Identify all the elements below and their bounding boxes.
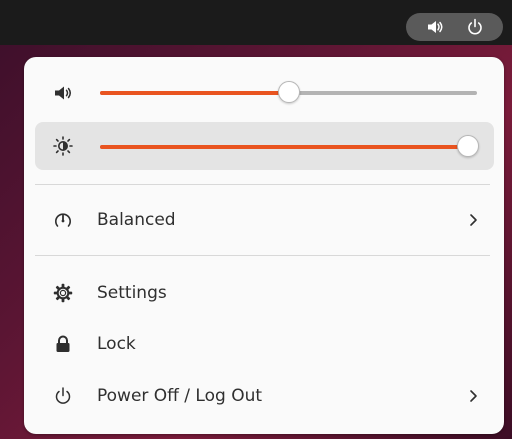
power-profile-icon [55,213,71,227]
lock-label: Lock [97,334,136,354]
gear-icon [53,283,73,303]
power-off-item[interactable]: Power Off / Log Out [35,374,494,418]
brightness-slider-fill [100,145,468,149]
volume-slider-fill [100,91,289,95]
top-bar [0,0,512,45]
speaker-icon[interactable] [52,82,74,104]
chevron-right-icon [470,214,477,226]
system-tray-button[interactable] [406,13,503,41]
settings-item[interactable]: Settings [35,271,494,315]
brightness-slider-knob[interactable] [457,135,479,157]
brightness-row [35,122,494,170]
chevron-right-icon [470,390,477,402]
volume-slider-knob[interactable] [277,81,300,103]
power-off-label: Power Off / Log Out [97,386,263,406]
lock-icon [56,335,70,352]
volume-slider[interactable] [100,81,477,103]
separator [35,184,490,185]
settings-label: Settings [97,283,167,303]
power-icon [55,387,71,404]
brightness-icon[interactable] [52,135,74,157]
volume-row [35,69,494,117]
separator [35,255,490,256]
power-icon [468,18,482,35]
power-mode-label: Balanced [97,210,176,230]
lock-item[interactable]: Lock [35,322,494,366]
quick-settings-menu: Balanced Settings Lock Power Off / Log O… [24,57,504,434]
brightness-slider[interactable] [100,135,479,157]
speaker-icon [428,21,443,33]
power-mode-item[interactable]: Balanced [35,198,494,242]
